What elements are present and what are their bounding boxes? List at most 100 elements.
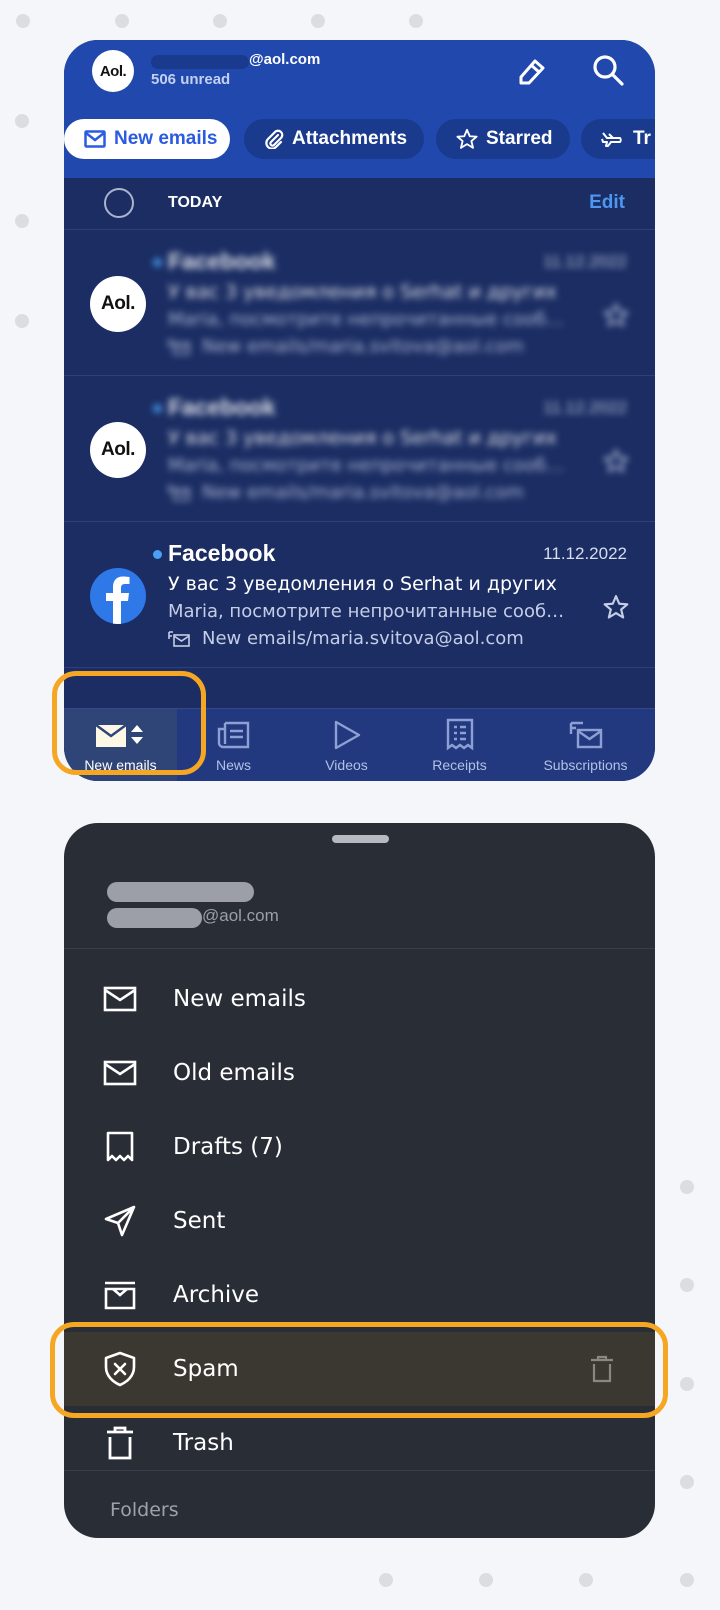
facebook-logo-icon (90, 568, 146, 624)
section-label: TODAY (168, 194, 223, 211)
sender-name: Facebook (168, 540, 276, 566)
folders-section-label: Folders (110, 1499, 179, 1521)
paperclip-icon (265, 129, 284, 149)
decorative-dot (680, 1475, 694, 1489)
star-icon[interactable] (603, 448, 629, 474)
drawer-handle[interactable] (332, 835, 389, 843)
empty-spam-trash-icon[interactable] (589, 1355, 615, 1383)
email-subject: У вас 3 уведомления о Serhat и других (168, 427, 557, 449)
divider (64, 1470, 655, 1471)
decorative-dot (15, 114, 29, 128)
chip-travel[interactable]: Tr (581, 119, 655, 159)
archive-icon (104, 1281, 136, 1310)
sender-name: Facebook (168, 248, 276, 274)
email-folder: New emails/maria.svitova@aol.com (168, 336, 524, 357)
email-list: TODAY Edit Aol. Facebook 11.12.2022 У ва… (64, 178, 655, 695)
nav-news[interactable]: News (177, 709, 290, 781)
email-date: 11.12.2022 (543, 398, 627, 417)
nav-new-emails[interactable]: New emails (64, 709, 177, 781)
decorative-dot (379, 1573, 393, 1587)
unread-count: 506 unread (151, 71, 231, 88)
decorative-dot (15, 314, 29, 328)
chip-label: Starred (486, 128, 553, 149)
compose-button[interactable] (512, 50, 552, 90)
drawer-item-sent[interactable]: Sent (64, 1184, 655, 1258)
plane-icon (601, 132, 622, 147)
sender-name: Facebook (168, 394, 276, 420)
decorative-dot (115, 14, 129, 28)
drawer-item-old-emails[interactable]: Old emails (64, 1036, 655, 1110)
drawer-item-new-emails[interactable]: New emails (64, 962, 655, 1036)
chip-starred[interactable]: Starred (436, 119, 570, 159)
edit-button[interactable]: Edit (589, 192, 625, 214)
pencil-icon (519, 59, 545, 85)
email-subject: У вас 3 уведомления о Serhat и других (168, 281, 557, 303)
email-snippet: Maria, посмотрите непрочитанные сообщ… (168, 455, 578, 476)
app-header: Aol. @aol.com 506 unread New emails Atta… (64, 40, 655, 178)
drafts-icon (106, 1131, 134, 1162)
email-folder: New emails/maria.svitova@aol.com (168, 628, 524, 649)
redacted-username (151, 55, 249, 69)
star-icon[interactable] (603, 302, 629, 328)
chip-new-emails[interactable]: New emails (64, 119, 230, 159)
decorative-dot (311, 14, 325, 28)
folder-mail-icon (168, 338, 190, 355)
sender-avatar: Aol. (90, 422, 146, 478)
nav-videos[interactable]: Videos (290, 709, 403, 781)
email-folder: New emails/maria.svitova@aol.com (168, 482, 524, 503)
redacted-account-name (107, 882, 254, 902)
decorative-dot (409, 14, 423, 28)
decorative-dot (16, 14, 30, 28)
decorative-dot (680, 1180, 694, 1194)
folder-mail-icon (168, 484, 190, 501)
select-all-checkbox[interactable] (104, 188, 134, 218)
decorative-dot (479, 1573, 493, 1587)
email-snippet: Maria, посмотрите непрочитанные сообщ… (168, 601, 578, 622)
email-list-item[interactable]: Aol. Facebook 11.12.2022 У вас 3 уведомл… (64, 230, 655, 376)
envelope-icon (103, 1060, 137, 1086)
drawer-item-drafts[interactable]: Drafts (7) (64, 1110, 655, 1184)
chip-label: Attachments (292, 128, 408, 149)
trash-icon (107, 1426, 133, 1460)
chip-label: New emails (114, 128, 218, 149)
decorative-dot (680, 1377, 694, 1391)
receipt-icon (446, 718, 473, 751)
email-list-item[interactable]: Facebook 11.12.2022 У вас 3 уведомления … (64, 522, 655, 668)
drawer-item-spam[interactable]: Spam (64, 1332, 655, 1406)
star-icon[interactable] (603, 594, 629, 620)
chip-label: Tr (633, 128, 651, 149)
folder-mail-icon (168, 630, 190, 647)
drawer-item-archive[interactable]: Archive (64, 1258, 655, 1332)
email-date: 11.12.2022 (543, 544, 627, 563)
newspaper-icon (217, 721, 249, 749)
send-icon (104, 1205, 136, 1237)
email-list-item[interactable]: Aol. Facebook 11.12.2022 У вас 3 уведомл… (64, 376, 655, 522)
sender-avatar: Aol. (90, 276, 146, 332)
shield-x-icon (104, 1351, 136, 1387)
play-icon (334, 720, 360, 750)
envelope-icon (103, 986, 137, 1012)
account-avatar[interactable]: Aol. (92, 50, 134, 92)
nav-subscriptions[interactable]: Subscriptions (516, 709, 655, 781)
decorative-dot (579, 1573, 593, 1587)
nav-receipts[interactable]: Receipts (403, 709, 516, 781)
unread-indicator (153, 404, 162, 413)
redacted-username (107, 908, 202, 928)
bottom-navigation: New emails News Videos Receipts Subscrip… (64, 708, 655, 781)
decorative-dot (15, 214, 29, 228)
search-icon (593, 55, 624, 86)
star-icon (456, 128, 478, 149)
account-email: @aol.com (202, 906, 279, 925)
decorative-dot (680, 1573, 694, 1587)
drawer-item-trash[interactable]: Trash (64, 1406, 655, 1480)
subscriptions-icon (569, 721, 602, 749)
section-header: TODAY Edit (64, 178, 655, 230)
email-date: 11.12.2022 (543, 252, 627, 271)
email-subject: У вас 3 уведомления о Serhat и других (168, 573, 557, 595)
chip-attachments[interactable]: Attachments (244, 119, 424, 159)
inbox-screen: Aol. @aol.com 506 unread New emails Atta… (64, 40, 655, 781)
search-button[interactable] (588, 50, 628, 90)
decorative-dot (680, 1278, 694, 1292)
unread-indicator (153, 550, 162, 559)
envelope-sort-icon (94, 723, 143, 747)
